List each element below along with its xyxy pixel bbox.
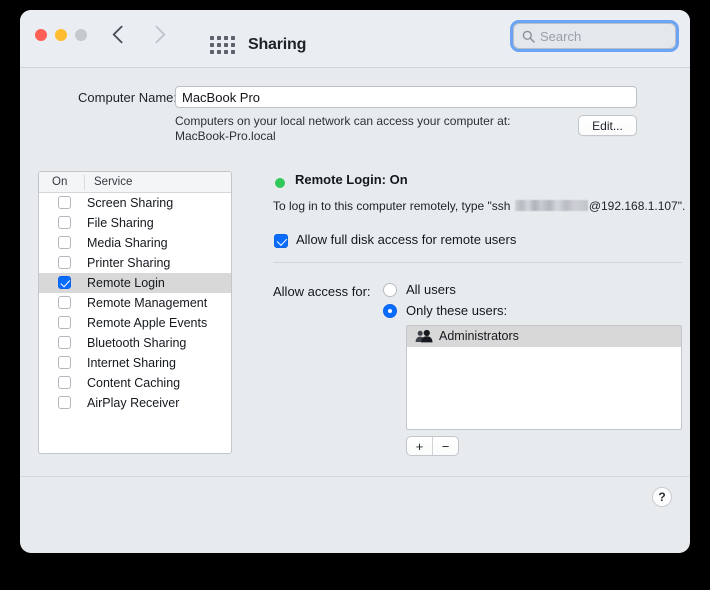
service-enable-checkbox[interactable] (58, 296, 71, 309)
computer-name-label: Computer Name: (43, 90, 177, 105)
user-name-label: Administrators (439, 329, 519, 343)
column-header-service: Service (94, 176, 132, 188)
show-all-grid-icon[interactable] (210, 36, 235, 54)
service-name-label: Remote Management (87, 296, 207, 310)
service-name-label: Internet Sharing (87, 356, 176, 370)
service-enable-checkbox[interactable] (58, 196, 71, 209)
ssh-username-redacted (515, 200, 588, 211)
service-row[interactable]: Content Caching (39, 373, 231, 393)
service-enable-checkbox[interactable] (58, 236, 71, 249)
service-name-label: Remote Login (87, 276, 165, 290)
service-row[interactable]: Remote Apple Events (39, 313, 231, 333)
help-button[interactable]: ? (652, 487, 672, 507)
service-name-label: File Sharing (87, 216, 154, 230)
computer-name-input[interactable] (175, 86, 637, 108)
user-list-item[interactable]: Administrators (407, 326, 681, 347)
sharing-preferences-window: Sharing Computer Name: Computers on your… (20, 10, 690, 553)
column-divider (84, 175, 85, 190)
remove-user-button[interactable]: − (433, 437, 458, 455)
add-user-button[interactable]: + (407, 437, 432, 455)
services-rows: Screen Sharing File Sharing Media Sharing P… (39, 193, 231, 413)
service-name-label: Printer Sharing (87, 256, 170, 270)
footer-divider (20, 476, 690, 477)
radio-all-users[interactable] (383, 283, 397, 297)
service-enable-checkbox[interactable] (58, 376, 71, 389)
service-name-label: AirPlay Receiver (87, 396, 179, 410)
service-enable-checkbox[interactable] (58, 276, 71, 289)
note-line-1: Computers on your local network can acce… (175, 114, 510, 128)
radio-only-these-users[interactable] (383, 304, 397, 318)
group-users-icon (415, 329, 433, 343)
close-button[interactable] (35, 29, 47, 41)
page-title: Sharing (248, 36, 306, 54)
radio-all-users-label[interactable]: All users (406, 282, 456, 297)
ssh-suffix: @192.168.1.107". (589, 199, 686, 213)
service-row[interactable]: Printer Sharing (39, 253, 231, 273)
service-enable-checkbox[interactable] (58, 216, 71, 229)
search-input[interactable] (540, 24, 670, 48)
service-enable-checkbox[interactable] (58, 316, 71, 329)
radio-only-these-users-label[interactable]: Only these users: (406, 303, 507, 318)
service-enable-checkbox[interactable] (58, 356, 71, 369)
service-row[interactable]: Internet Sharing (39, 353, 231, 373)
service-row[interactable]: Bluetooth Sharing (39, 333, 231, 353)
chevron-left-icon[interactable] (112, 25, 130, 43)
status-indicator-dot (275, 178, 285, 188)
chevron-right-icon (147, 25, 165, 43)
service-enable-checkbox[interactable] (58, 396, 71, 409)
service-name-label: Content Caching (87, 376, 180, 390)
services-list-header: On Service (39, 172, 231, 193)
section-divider (273, 262, 682, 263)
navigation-arrows (115, 28, 163, 41)
services-list[interactable]: On Service Screen Sharing File Sharing Med… (38, 171, 232, 454)
service-enable-checkbox[interactable] (58, 336, 71, 349)
full-disk-access-label[interactable]: Allow full disk access for remote users (296, 232, 516, 247)
search-icon (522, 30, 535, 43)
traffic-lights (35, 29, 87, 41)
edit-button[interactable]: Edit... (578, 115, 637, 136)
service-row[interactable]: Media Sharing (39, 233, 231, 253)
service-status-title: Remote Login: On (295, 172, 408, 187)
service-name-label: Bluetooth Sharing (87, 336, 186, 350)
allowed-users-list[interactable]: Administrators (406, 325, 682, 430)
window-toolbar: Sharing (20, 10, 690, 68)
service-row[interactable]: File Sharing (39, 213, 231, 233)
full-disk-access-checkbox[interactable] (274, 234, 288, 248)
computer-name-note: Computers on your local network can acce… (175, 114, 575, 144)
zoom-button[interactable] (75, 29, 87, 41)
service-enable-checkbox[interactable] (58, 256, 71, 269)
column-header-on: On (52, 176, 67, 188)
allow-access-label: Allow access for: (273, 284, 371, 299)
minimize-button[interactable] (55, 29, 67, 41)
preferences-content: Computer Name: Computers on your local n… (20, 68, 690, 495)
service-row[interactable]: Remote Login (39, 273, 231, 293)
service-row[interactable]: Screen Sharing (39, 193, 231, 213)
ssh-instruction-text: To log in to this computer remotely, typ… (273, 199, 685, 213)
add-remove-user-buttons: + − (406, 436, 459, 456)
service-name-label: Media Sharing (87, 236, 168, 250)
service-name-label: Remote Apple Events (87, 316, 207, 330)
service-name-label: Screen Sharing (87, 196, 173, 210)
note-line-2: MacBook-Pro.local (175, 129, 276, 143)
service-row[interactable]: Remote Management (39, 293, 231, 313)
ssh-prefix: To log in to this computer remotely, typ… (273, 199, 514, 213)
service-row[interactable]: AirPlay Receiver (39, 393, 231, 413)
search-field[interactable] (513, 23, 676, 49)
